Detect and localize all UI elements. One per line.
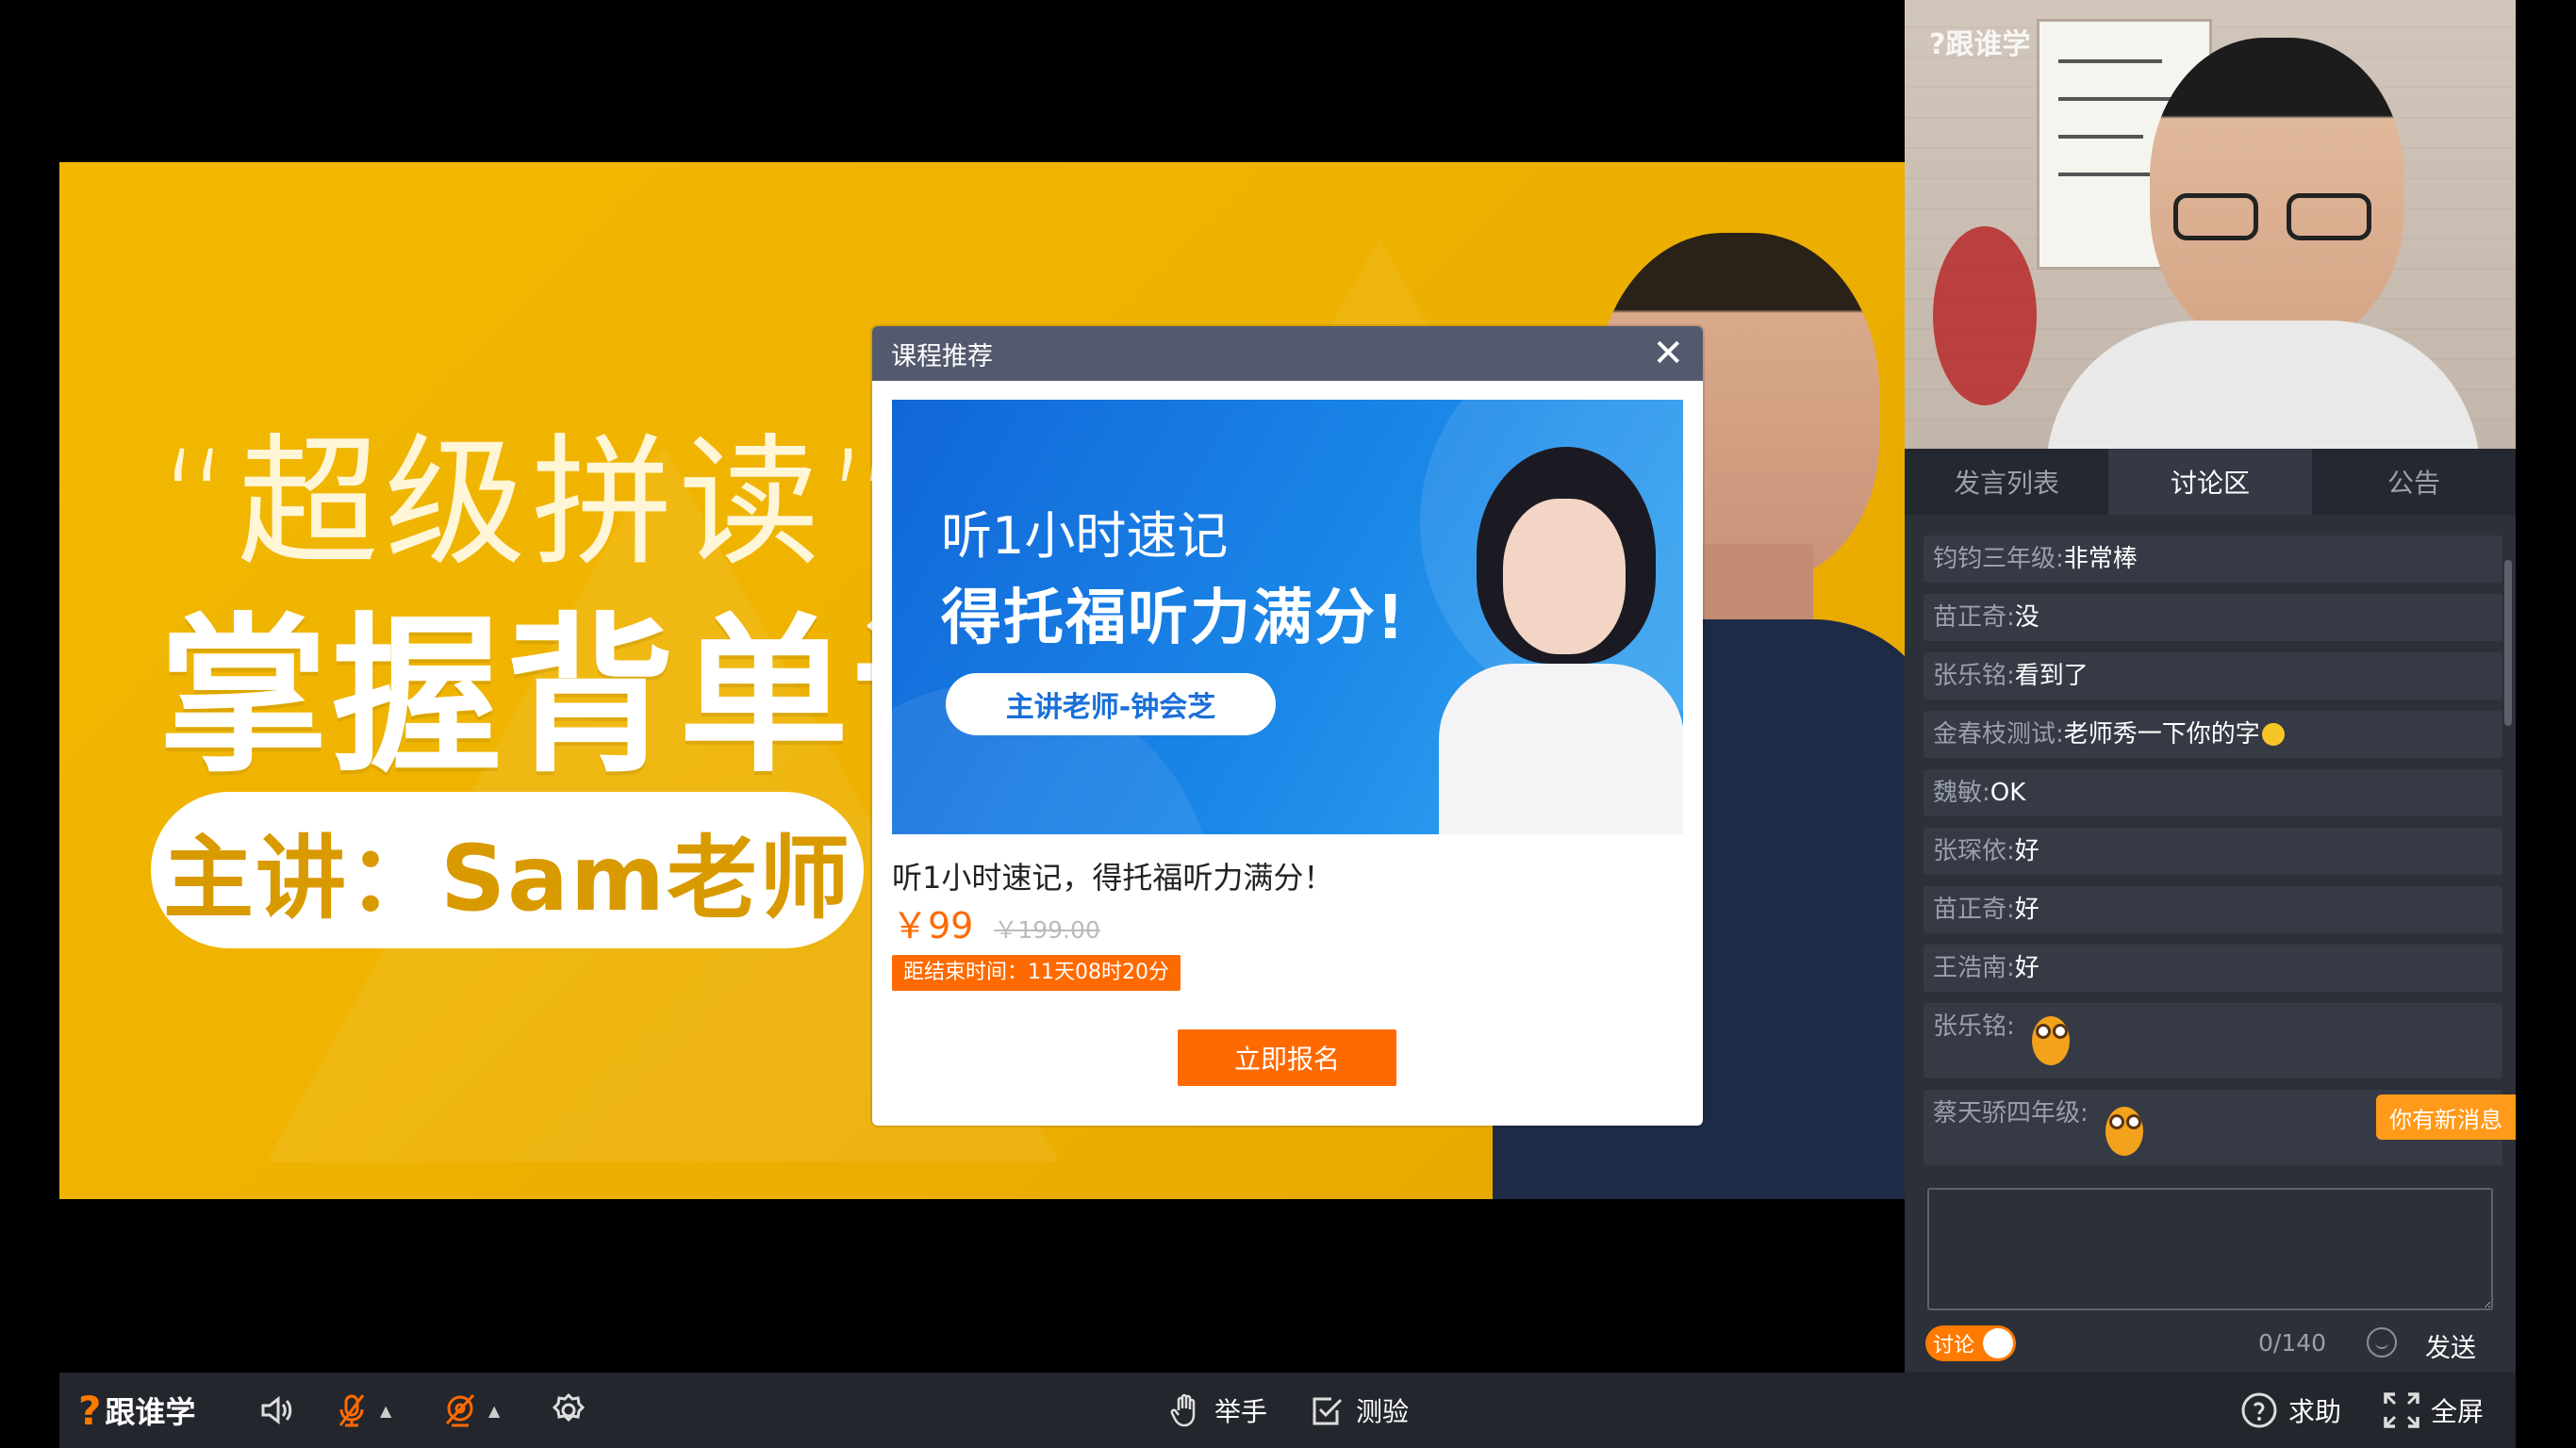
new-message-badge[interactable]: 你有新消息 bbox=[2376, 1094, 2516, 1140]
question-logo-icon: ? bbox=[78, 1387, 102, 1434]
tab-speaker-list[interactable]: 发言列表 bbox=[1905, 449, 2108, 515]
price-row: ￥99 ￥199.00 bbox=[892, 897, 1100, 948]
raise-hand-button[interactable]: 举手 bbox=[1167, 1373, 1267, 1448]
camera-off-icon bbox=[445, 1393, 475, 1427]
message-user: 魏敏: bbox=[1933, 779, 1990, 807]
discussion-message-list[interactable]: 钧钧三年级: 非常棒 苗正奇: 没 张乐铭: 看到了 金春枝测试: 老师秀一下你… bbox=[1905, 515, 2516, 1165]
side-tabs: 发言列表 讨论区 公告 bbox=[1905, 449, 2516, 515]
brand-name: 跟谁学 bbox=[105, 1394, 196, 1430]
chat-input[interactable] bbox=[1927, 1188, 2493, 1310]
message-user: 王浩南: bbox=[1933, 954, 2015, 982]
tab-discussion[interactable]: 讨论区 bbox=[2108, 449, 2312, 515]
banner-subtitle: 听1小时速记 bbox=[941, 506, 1229, 566]
banner-teacher-text: 主讲老师-钟会芝 bbox=[1005, 691, 1216, 724]
brand-logo: ? 跟谁学 bbox=[78, 1373, 195, 1448]
chat-message: 王浩南: 好 bbox=[1924, 945, 2502, 992]
toggle-label: 讨论 bbox=[1933, 1334, 1975, 1358]
camera-options-caret-icon[interactable]: ▲ bbox=[488, 1402, 500, 1420]
message-text: 好 bbox=[2014, 954, 2039, 982]
course-banner[interactable]: 听1小时速记 得托福听力满分! 主讲老师-钟会芝 bbox=[892, 400, 1683, 834]
mic-muted-icon bbox=[339, 1394, 365, 1427]
message-text: 没 bbox=[2014, 603, 2039, 632]
chat-message: 苗正奇: 好 bbox=[1924, 886, 2502, 933]
help-label: 求助 bbox=[2288, 1396, 2342, 1427]
message-user: 张琛依: bbox=[1933, 837, 2015, 865]
smile-emoji-icon bbox=[2261, 723, 2285, 746]
message-user: 钧钧三年级: bbox=[1933, 545, 2064, 573]
banner-title: 得托福听力满分! bbox=[941, 584, 1407, 653]
mic-button[interactable]: ▲ bbox=[333, 1373, 391, 1448]
owl-sticker-icon bbox=[2102, 1103, 2147, 1160]
settings-button[interactable] bbox=[550, 1373, 587, 1448]
speaker-icon bbox=[261, 1395, 292, 1425]
bottom-toolbar: ? 跟谁学 ▲ ▲ 举手 测验 求助 全屏 bbox=[59, 1373, 2516, 1448]
chat-message: 张乐铭: 看到了 bbox=[1924, 652, 2502, 699]
message-text: 好 bbox=[2014, 837, 2039, 865]
chat-message: 张乐铭: bbox=[1924, 1003, 2502, 1078]
slide-presenter-pill: 主讲：Sam老师 bbox=[151, 792, 864, 948]
volume-button[interactable] bbox=[257, 1373, 295, 1448]
chat-scrollbar[interactable] bbox=[2504, 560, 2512, 726]
char-counter: 0/140 bbox=[2258, 1329, 2327, 1357]
banner-teacher-pill: 主讲老师-钟会芝 bbox=[946, 673, 1276, 735]
dialog-title: 课程推荐 bbox=[891, 341, 993, 371]
fullscreen-button[interactable]: 全屏 bbox=[2382, 1373, 2484, 1448]
chat-message: 钧钧三年级: 非常棒 bbox=[1924, 535, 2502, 583]
close-icon[interactable]: ✕ bbox=[1652, 335, 1684, 372]
banner-teacher-photo bbox=[1439, 447, 1683, 834]
mic-options-caret-icon[interactable]: ▲ bbox=[380, 1402, 391, 1420]
message-text: 好 bbox=[2014, 896, 2039, 924]
hand-icon bbox=[1170, 1393, 1196, 1427]
fullscreen-label: 全屏 bbox=[2431, 1396, 2485, 1427]
message-text: 非常棒 bbox=[2063, 545, 2138, 573]
message-user: 张乐铭: bbox=[1933, 1012, 2015, 1041]
quiz-label: 测验 bbox=[1356, 1396, 1410, 1427]
toggle-knob bbox=[1983, 1328, 2013, 1358]
quiz-check-icon bbox=[1313, 1397, 1343, 1425]
emoji-picker-icon[interactable] bbox=[2367, 1327, 2397, 1358]
dialog-header: 课程推荐 ✕ bbox=[872, 326, 1703, 381]
camera-button[interactable]: ▲ bbox=[441, 1373, 500, 1448]
slide-presenter-text: 主讲：Sam老师 bbox=[163, 825, 851, 931]
signup-button[interactable]: 立即报名 bbox=[1178, 1029, 1396, 1086]
message-user: 蔡天骄四年级: bbox=[1933, 1099, 2089, 1127]
send-button[interactable]: 发送 bbox=[2425, 1327, 2476, 1364]
message-text: 看到了 bbox=[2014, 662, 2089, 690]
camera-watermark-logo: ?跟谁学 bbox=[1929, 28, 2031, 61]
discussion-toggle[interactable]: 讨论 bbox=[1925, 1325, 2016, 1361]
message-user: 金春枝测试: bbox=[1933, 720, 2064, 749]
help-icon bbox=[2241, 1392, 2277, 1428]
teacher-camera-feed: ?跟谁学 bbox=[1905, 0, 2516, 449]
help-button[interactable]: 求助 bbox=[2239, 1373, 2341, 1448]
chat-message: 张琛依: 好 bbox=[1924, 828, 2502, 875]
chat-message: 苗正奇: 没 bbox=[1924, 594, 2502, 641]
course-name: 听1小时速记，得托福听力满分！ bbox=[892, 860, 1334, 896]
chat-message: 魏敏: OK bbox=[1924, 769, 2502, 816]
course-recommend-dialog: 课程推荐 ✕ 听1小时速记 得托福听力满分! 主讲老师-钟会芝 听1小时速记，得… bbox=[872, 326, 1703, 1126]
message-text: OK bbox=[1990, 779, 2026, 807]
tab-announcement[interactable]: 公告 bbox=[2312, 449, 2516, 515]
gear-icon bbox=[552, 1392, 586, 1423]
fullscreen-icon bbox=[2384, 1392, 2419, 1428]
message-user: 苗正奇: bbox=[1933, 603, 2015, 632]
original-price: ￥199.00 bbox=[994, 916, 1100, 944]
owl-sticker-icon bbox=[2028, 1012, 2073, 1069]
raise-hand-label: 举手 bbox=[1214, 1396, 1268, 1427]
message-text: 老师秀一下你的字 bbox=[2063, 720, 2260, 749]
chat-composer: 讨论 0/140 发送 bbox=[1905, 1165, 2516, 1373]
current-price: ￥99 bbox=[892, 905, 974, 946]
message-user: 苗正奇: bbox=[1933, 896, 2015, 924]
chat-message: 金春枝测试: 老师秀一下你的字 bbox=[1924, 711, 2502, 758]
quiz-button[interactable]: 测验 bbox=[1309, 1373, 1409, 1448]
message-user: 张乐铭: bbox=[1933, 662, 2015, 690]
countdown-badge: 距结束时间：11天08时20分 bbox=[892, 955, 1181, 991]
